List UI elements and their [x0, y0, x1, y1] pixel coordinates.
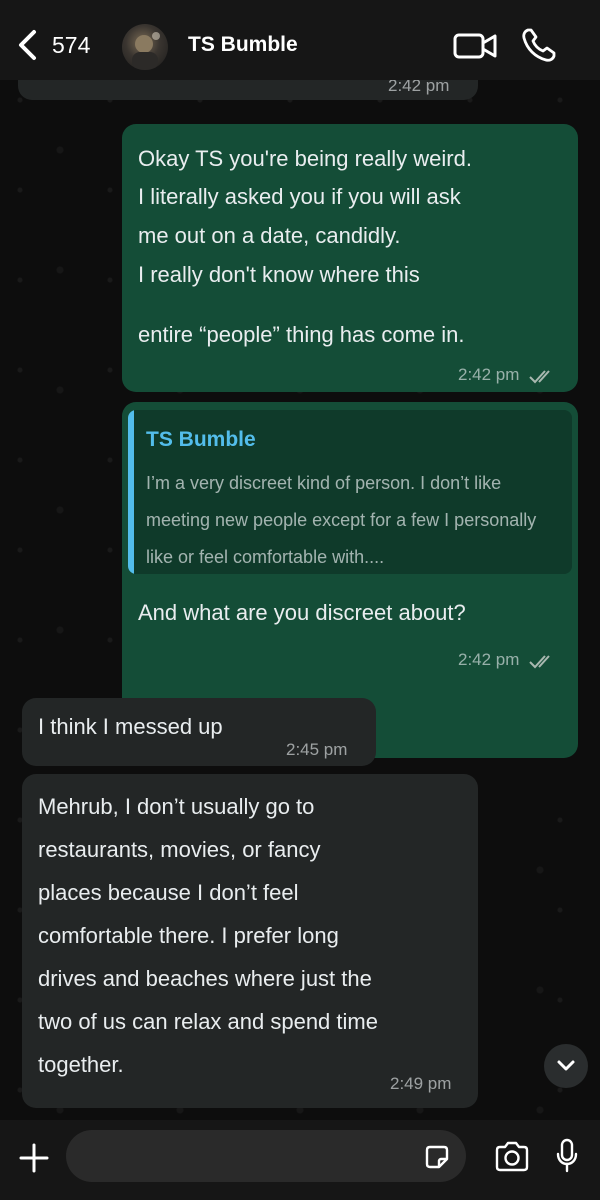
plus-icon[interactable] [18, 1142, 50, 1174]
message-list[interactable]: 2:42 pm Okay TS you're being really weir… [0, 80, 600, 1120]
scroll-to-bottom-button[interactable] [544, 1044, 588, 1088]
message-text: I think I messed up [38, 714, 223, 739]
unread-count[interactable]: 574 [52, 32, 90, 59]
camera-icon[interactable] [494, 1140, 530, 1172]
phone-call-icon[interactable] [520, 26, 556, 64]
microphone-icon[interactable] [556, 1138, 578, 1174]
read-ticks-icon [529, 654, 550, 668]
message-time: 2:45 pm [286, 740, 348, 759]
quote-author: TS Bumble [146, 428, 256, 451]
message-bubble-incoming[interactable]: I think I messed up 2:45 pm [22, 698, 376, 766]
message-text: I literally asked you if you will ask [138, 184, 461, 209]
message-time: 2:49 pm [390, 1074, 452, 1093]
back-chevron-icon[interactable] [14, 28, 42, 62]
message-text: restaurants, movies, or fancy [38, 837, 321, 862]
quote-text: I’m a very discreet kind of person. I do… [146, 473, 537, 567]
message-text: places because I don’t feel [38, 880, 299, 905]
message-text: comfortable there. I prefer long [38, 923, 339, 948]
chevron-down-icon [557, 1060, 575, 1071]
quote-accent-bar [128, 410, 134, 574]
message-time: 2:42 pm [458, 365, 556, 385]
message-text: me out on a date, candidly. [138, 223, 401, 248]
message-time: 2:42 pm [388, 80, 450, 95]
message-text: together. [38, 1052, 124, 1077]
contact-name[interactable]: TS Bumble [188, 33, 298, 57]
message-time: 2:42 pm [458, 650, 556, 670]
avatar[interactable] [122, 24, 168, 70]
message-text: entire “people” thing has come in. [138, 322, 465, 347]
message-bubble-incoming[interactable]: 2:42 pm [18, 80, 478, 100]
message-text: Okay TS you're being really weird. [138, 146, 472, 171]
message-bubble-outgoing[interactable]: Okay TS you're being really weird. I lit… [122, 124, 578, 392]
sticker-icon[interactable] [424, 1144, 450, 1170]
message-bubble-incoming[interactable]: Mehrub, I don’t usually go to restaurant… [22, 774, 478, 1108]
chat-header: 574 TS Bumble [0, 0, 600, 80]
message-text: Mehrub, I don’t usually go to [38, 794, 315, 819]
read-ticks-icon [529, 369, 550, 383]
composer-bar [0, 1120, 600, 1200]
message-text: I really don't know where this [138, 262, 420, 287]
message-text: two of us can relax and spend time [38, 1009, 378, 1034]
message-text: drives and beaches where just the [38, 966, 372, 991]
video-call-icon[interactable] [452, 30, 498, 62]
message-input[interactable] [66, 1130, 466, 1182]
avatar-image [132, 32, 160, 70]
message-text: And what are you discreet about? [138, 600, 466, 625]
quoted-message[interactable]: TS Bumble I’m a very discreet kind of pe… [128, 410, 572, 574]
message-time-text: 2:42 pm [458, 365, 520, 384]
message-time-text: 2:42 pm [458, 650, 520, 669]
